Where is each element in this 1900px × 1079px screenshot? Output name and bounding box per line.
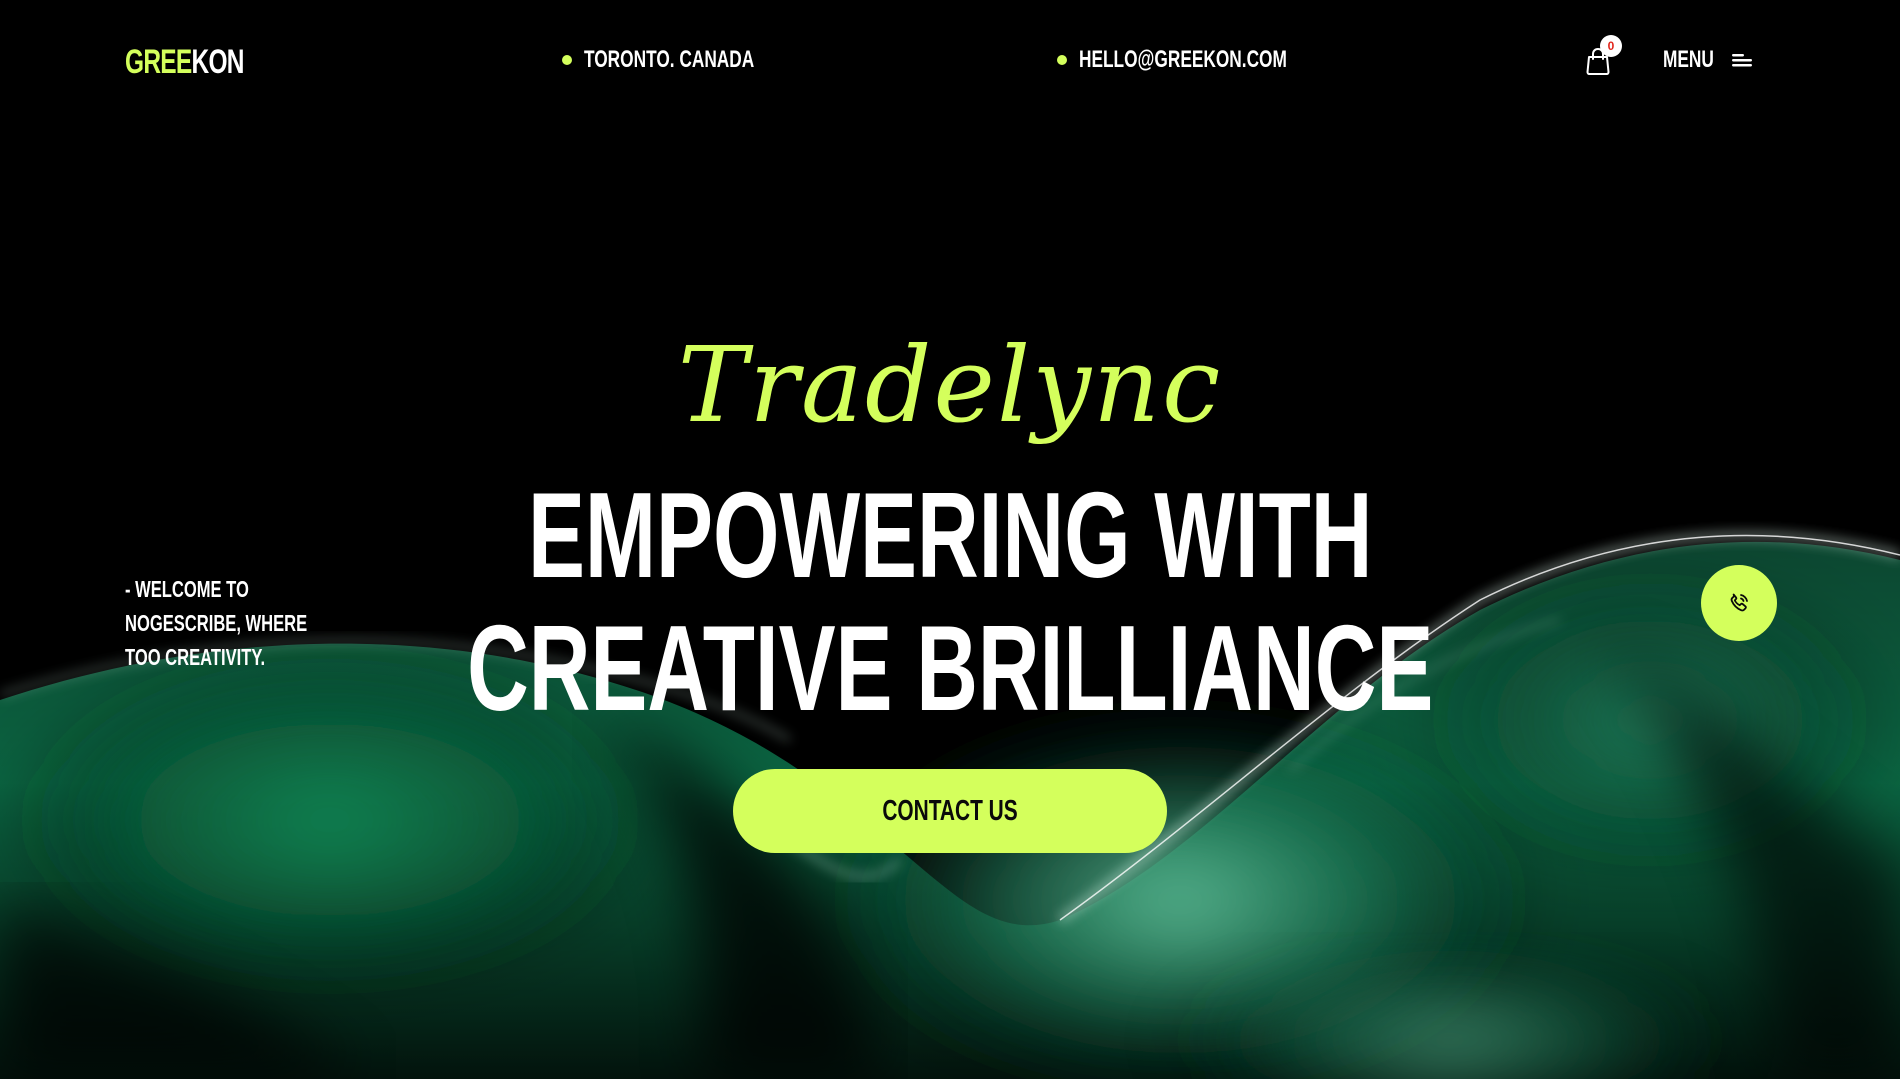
welcome-line-3: TOO CREATIVITY. <box>125 644 266 670</box>
email-dot-icon <box>1057 55 1067 65</box>
welcome-line-1: - WELCOME TO <box>125 576 249 602</box>
menu-toggle-button[interactable]: MENU <box>1663 44 1754 76</box>
contact-us-button[interactable]: CONTACT US <box>733 769 1167 853</box>
welcome-text: - WELCOME TO NOGESCRIBE, WHERE TOO CREAT… <box>125 572 345 674</box>
headline-text-2: CREATIVE BRILLIANCE <box>466 600 1434 736</box>
phone-call-icon <box>1730 593 1748 612</box>
brand-logo[interactable]: GREEKON <box>125 42 290 82</box>
menu-label: MENU <box>1663 46 1714 73</box>
hamburger-menu-icon <box>1731 54 1752 67</box>
contact-us-label: CONTACT US <box>882 794 1018 827</box>
location-dot-icon <box>562 55 572 65</box>
logo-text-secondary: KON <box>191 43 244 81</box>
cart-count-badge: 0 <box>1600 35 1622 57</box>
header-location: TORONTO. CANADA <box>562 44 820 76</box>
headline-text-1: EMPOWERING WITH <box>527 467 1373 603</box>
header-email-link[interactable]: HELLO@GREEKON.COM <box>1057 44 1368 76</box>
logo-text-primary: GREE <box>125 43 192 81</box>
phone-call-button[interactable] <box>1701 565 1777 641</box>
welcome-line-2: NOGESCRIBE, WHERE <box>125 610 308 636</box>
hero-script-title: Tradelync <box>677 324 1223 446</box>
email-text: HELLO@GREEKON.COM <box>1079 46 1287 73</box>
location-text: TORONTO. CANADA <box>584 46 755 73</box>
